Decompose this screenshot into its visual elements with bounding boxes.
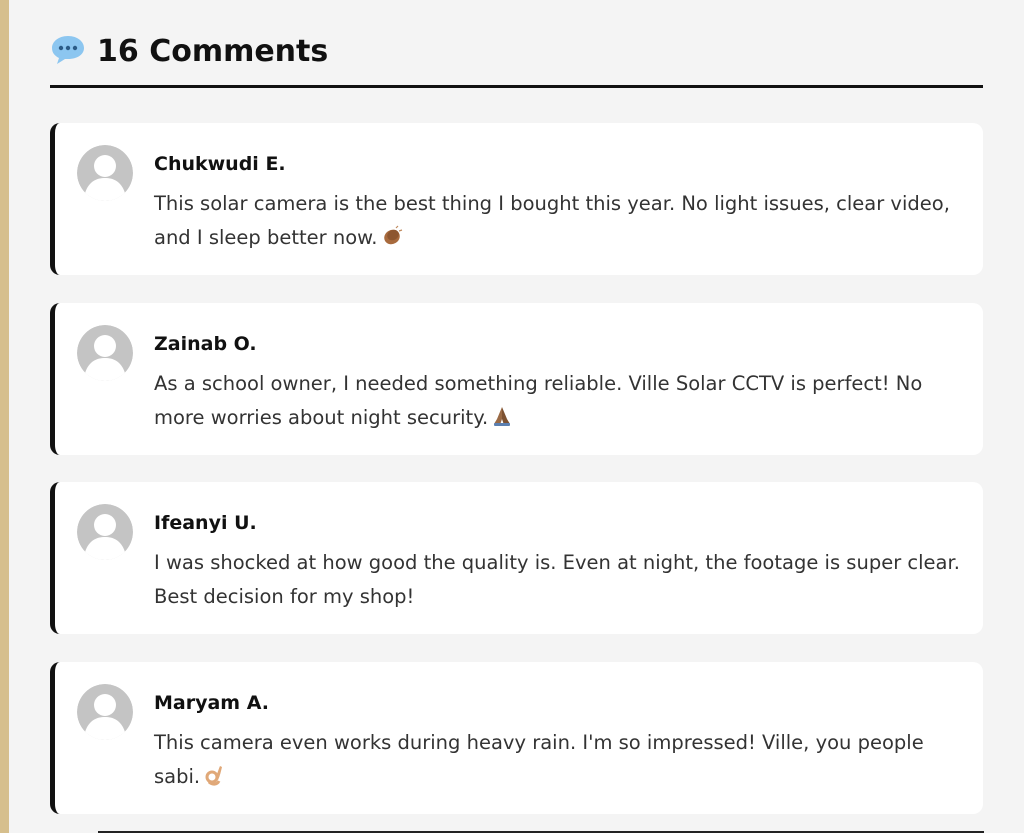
comment-card: Maryam A. This camera even works during … (50, 662, 983, 814)
comment-card: Ifeanyi U. I was shocked at how good the… (50, 482, 983, 634)
comment-text: I was shocked at how good the quality is… (154, 551, 960, 608)
comment-author: Zainab O. (154, 333, 257, 355)
comment-author: Ifeanyi U. (154, 512, 257, 534)
comments-page: 16 Comments Chukwudi E. This solar camer… (0, 0, 1024, 833)
comment-text: As a school owner, I needed something re… (154, 372, 923, 429)
comment-card: Zainab O. As a school owner, I needed so… (50, 303, 983, 455)
folded-hands-icon (494, 407, 511, 426)
avatar (77, 684, 133, 740)
comments-title: 16 Comments (97, 34, 329, 69)
avatar (77, 145, 133, 201)
comments-header: 16 Comments (50, 32, 983, 88)
comment-author: Chukwudi E. (154, 153, 286, 175)
comment-text: This solar camera is the best thing I bo… (154, 192, 950, 249)
avatar (77, 325, 133, 381)
speech-bubble-icon (52, 36, 84, 64)
comment-text-block: This solar camera is the best thing I bo… (154, 187, 974, 255)
comment-text-block: I was shocked at how good the quality is… (154, 546, 974, 614)
comment-text: This camera even works during heavy rain… (154, 731, 924, 788)
avatar (77, 504, 133, 560)
comment-author: Maryam A. (154, 692, 269, 714)
comment-text-block: As a school owner, I needed something re… (154, 367, 974, 435)
left-accent-strip (0, 0, 9, 833)
comment-card: Chukwudi E. This solar camera is the bes… (50, 123, 983, 275)
clapping-hands-icon (383, 225, 402, 245)
comment-text-block: This camera even works during heavy rain… (154, 726, 974, 794)
ok-hand-icon (205, 766, 223, 786)
